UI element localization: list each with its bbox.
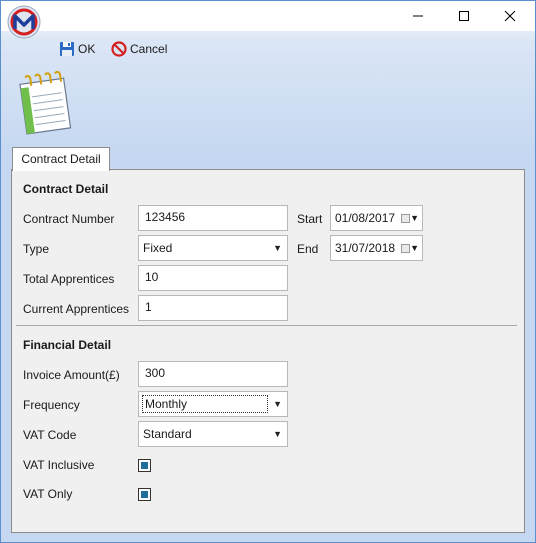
frequency-value: Monthly (142, 395, 268, 413)
maximize-button[interactable] (441, 1, 487, 31)
frequency-select[interactable]: Monthly ▼ (138, 391, 288, 417)
vat-inclusive-label: VAT Inclusive (23, 458, 95, 472)
ok-label: OK (78, 42, 96, 56)
chevron-down-icon[interactable]: ▼ (410, 213, 419, 223)
end-date-value: 31/07/2018 (335, 241, 396, 255)
frequency-label: Frequency (23, 398, 80, 412)
start-date-picker[interactable]: 01/08/2017 ▼ (330, 205, 423, 231)
vat-code-select[interactable]: Standard ▼ (138, 421, 288, 447)
chevron-down-icon[interactable]: ▼ (273, 399, 282, 409)
ok-button[interactable]: OK (59, 39, 95, 59)
vat-code-value: Standard (143, 427, 192, 441)
financial-section-title: Financial Detail (23, 338, 112, 352)
type-label: Type (23, 242, 50, 256)
total-apprentices-field[interactable]: 10 (138, 265, 288, 291)
toolbar: OK Cancel (1, 31, 535, 67)
contract-number-label: Contract Number (23, 212, 115, 226)
chevron-down-icon[interactable]: ▼ (410, 243, 419, 253)
chevron-down-icon[interactable]: ▼ (273, 243, 282, 253)
contract-number-value: 123456 (145, 210, 186, 224)
close-icon (504, 10, 516, 22)
vat-only-label: VAT Only (23, 487, 73, 501)
type-select[interactable]: Fixed ▼ (138, 235, 288, 261)
start-date-value: 01/08/2017 (335, 211, 396, 225)
cancel-label: Cancel (130, 42, 168, 56)
chevron-down-icon[interactable]: ▼ (273, 429, 282, 439)
contract-section-title: Contract Detail (23, 182, 109, 196)
vat-inclusive-checkbox[interactable] (138, 459, 151, 472)
minimize-button[interactable] (395, 1, 441, 31)
invoice-amount-field[interactable]: 300 (138, 361, 288, 387)
type-value: Fixed (143, 241, 173, 255)
invoice-amount-value: 300 (145, 366, 166, 380)
end-date-label: End (297, 242, 319, 256)
end-date-checkbox[interactable] (401, 244, 410, 253)
total-apprentices-label: Total Apprentices (23, 272, 115, 286)
minimize-icon (413, 15, 423, 17)
section-divider (16, 325, 517, 326)
current-apprentices-value: 1 (145, 300, 152, 314)
contract-number-field[interactable]: 123456 (138, 205, 288, 231)
invoice-amount-label: Invoice Amount(£) (23, 368, 120, 382)
vat-only-checkbox[interactable] (138, 488, 151, 501)
current-apprentices-field[interactable]: 1 (138, 295, 288, 321)
cancel-button[interactable]: Cancel (111, 39, 167, 59)
start-date-checkbox[interactable] (401, 214, 410, 223)
notepad-icon (13, 70, 79, 137)
tab-contract-detail[interactable]: Contract Detail (12, 147, 110, 171)
no-entry-icon (111, 41, 127, 57)
save-disk-icon (60, 42, 74, 56)
vat-code-label: VAT Code (23, 428, 77, 442)
start-date-label: Start (297, 212, 323, 226)
tab-label: Contract Detail (21, 152, 101, 166)
current-apprentices-label: Current Apprentices (23, 302, 130, 316)
close-button[interactable] (487, 1, 533, 31)
total-apprentices-value: 10 (145, 270, 159, 284)
title-bar[interactable] (1, 1, 535, 39)
maximize-icon (459, 11, 469, 21)
end-date-picker[interactable]: 31/07/2018 ▼ (330, 235, 423, 261)
